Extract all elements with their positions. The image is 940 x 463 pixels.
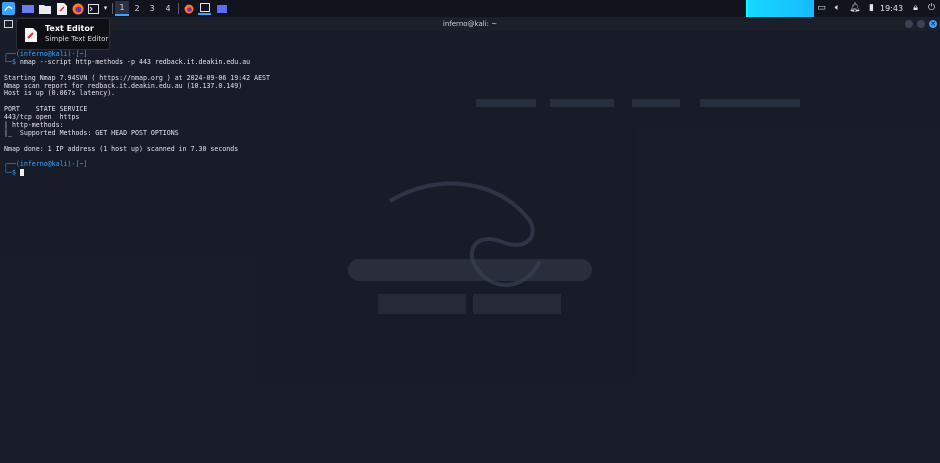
- watermark-shape: [378, 294, 466, 314]
- workspace-switch-icon[interactable]: [22, 2, 34, 15]
- battery-icon[interactable]: ▮: [866, 3, 877, 14]
- workspace-2[interactable]: 2: [130, 1, 144, 16]
- notifications-icon[interactable]: 🔔︎: [849, 3, 860, 14]
- prompt-user: inferno@kali: [19, 160, 68, 169]
- prompt-path: ~: [79, 50, 84, 58]
- terminal-window-icon[interactable]: [198, 2, 211, 15]
- firefox-window-icon[interactable]: [183, 2, 194, 15]
- text-editor-icon[interactable]: [56, 2, 67, 15]
- workspace-4[interactable]: 4: [161, 1, 175, 16]
- terminal-output: ┌──(inferno@kali)-[~] └─$ nmap --script …: [4, 50, 904, 177]
- prompt-path: ~: [79, 160, 84, 169]
- workspace-1[interactable]: 1: [115, 1, 129, 16]
- output-line: Nmap done: 1 IP address (1 host up) scan…: [4, 144, 239, 153]
- cpu-monitor-graph: [746, 0, 814, 17]
- kali-menu-icon[interactable]: [2, 2, 15, 15]
- terminal-icon[interactable]: [88, 2, 99, 15]
- window-title: inferno@kali: ~: [442, 20, 498, 28]
- workspace-label: 2: [134, 4, 140, 13]
- output-line: |_ Supported Methods: GET HEAD POST OPTI…: [4, 128, 179, 137]
- command-text: nmap --script http-methods -p 443 redbac…: [19, 57, 251, 66]
- workspace-label: 4: [165, 4, 171, 13]
- watermark-shape: [473, 294, 561, 314]
- workspace-label: 3: [149, 4, 155, 13]
- text-cursor: [19, 169, 24, 177]
- app-window-icon[interactable]: [216, 2, 227, 15]
- volume-icon[interactable]: 🔈︎: [832, 3, 843, 14]
- command-line: └─$ nmap --script http-methods -p 443 re…: [4, 57, 251, 66]
- minimize-button[interactable]: [905, 20, 913, 28]
- display-icon[interactable]: ▭: [816, 3, 827, 14]
- firefox-icon[interactable]: [72, 2, 84, 15]
- panel-separator: [112, 3, 113, 14]
- terminal-titlebar[interactable]: inferno@kali: ~ ✕: [0, 17, 940, 31]
- lock-icon[interactable]: 🔒︎: [910, 3, 921, 14]
- workspace-3[interactable]: 3: [145, 1, 159, 16]
- terminal-body[interactable]: ┌──(inferno@kali)-[~] └─$ nmap --script …: [0, 31, 940, 463]
- output-line: Host is up (0.067s latency).: [4, 89, 116, 98]
- workspace-label: 1: [119, 3, 125, 12]
- terminal-dropdown-icon[interactable]: ▾: [100, 3, 111, 14]
- maximize-button[interactable]: [917, 20, 925, 28]
- prompt-line: ┌──(inferno@kali)-[~]: [4, 160, 88, 169]
- watermark-shape: [348, 259, 592, 281]
- text-editor-icon: [24, 27, 38, 42]
- power-icon[interactable]: ⏻: [926, 3, 937, 14]
- tooltip-title: Text Editor: [45, 24, 94, 33]
- output-line: 443/tcp open https: [4, 113, 80, 122]
- top-panel: ▾ 1 2 3 4 ▭ 🔈︎ 🔔︎ ▮ 19:43 🔒︎ ⏻: [0, 0, 940, 17]
- panel-separator: [178, 3, 179, 14]
- input-line[interactable]: └─$: [4, 169, 904, 177]
- app-tooltip: Text Editor Simple Text Editor: [16, 18, 110, 50]
- prompt-user: inferno@kali: [19, 50, 68, 58]
- tooltip-subtitle: Simple Text Editor: [45, 35, 109, 43]
- files-icon[interactable]: [39, 2, 51, 15]
- output-line: PORT STATE SERVICE: [4, 105, 88, 114]
- close-button[interactable]: ✕: [929, 20, 937, 28]
- clock[interactable]: 19:43: [880, 0, 903, 17]
- output-line: Nmap scan report for redback.it.deakin.e…: [4, 81, 243, 90]
